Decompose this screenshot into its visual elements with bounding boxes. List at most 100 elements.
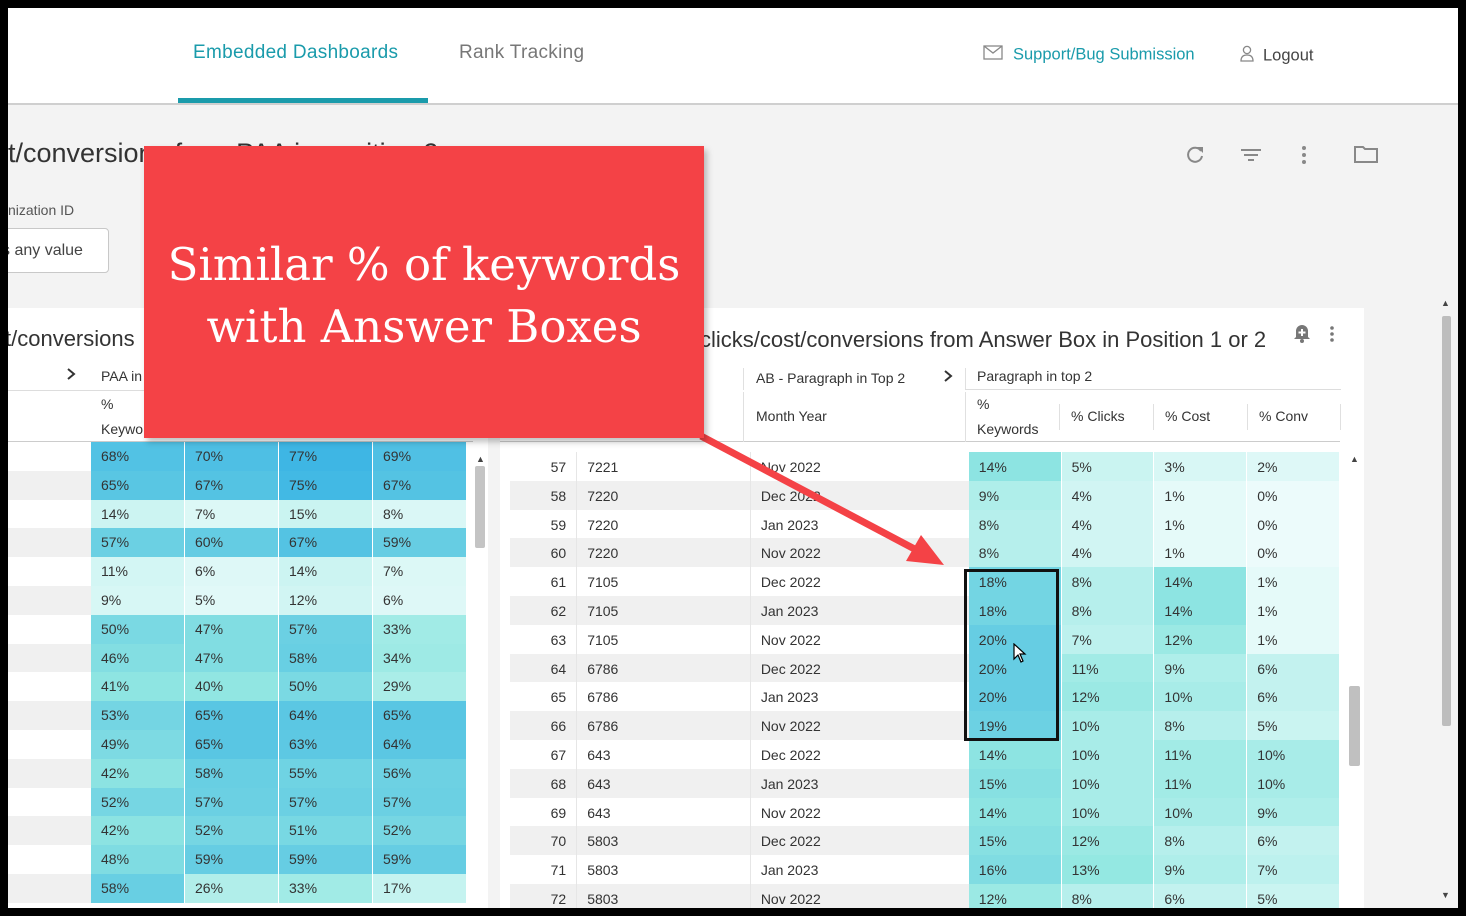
cell-conv[interactable]: 2% [1247,452,1341,481]
cell-n[interactable]: 68 [510,768,578,798]
table-cell[interactable]: 47% [185,614,279,644]
page-scroll-thumb[interactable] [1442,316,1451,726]
cell-conv[interactable]: 10% [1247,739,1341,769]
table-cell[interactable]: 11% [91,557,185,586]
cell-cost[interactable]: 11% [1154,739,1248,769]
table-cell[interactable]: 63% [279,729,373,759]
table-cell[interactable]: 26% [185,873,279,903]
table-cell[interactable]: 59% [279,845,373,874]
table-cell[interactable]: 47% [185,643,279,673]
cell-cost[interactable]: 9% [1154,855,1248,884]
cell-kw[interactable]: 14% [968,452,1062,481]
col-keywords-line2[interactable]: Keywords [977,421,1038,437]
table-cell[interactable]: 58% [279,643,373,673]
folder-icon[interactable] [1354,144,1378,169]
right-scroll-up-icon[interactable]: ▲ [1350,454,1359,464]
tile-more-icon[interactable] [1329,325,1335,348]
cell-month[interactable]: Jan 2023 [751,596,969,625]
cell-conv[interactable]: 10% [1247,768,1341,798]
cell-conv[interactable]: 6% [1247,826,1341,856]
cell-cost[interactable]: 8% [1154,826,1248,856]
cell-kw[interactable]: 15% [968,826,1062,856]
cell-clicks[interactable]: 12% [1061,682,1155,712]
cell-id[interactable]: 5803 [577,855,751,884]
table-cell[interactable]: 55% [279,758,373,788]
table-cell[interactable]: 29% [373,672,467,702]
cell-n[interactable]: 67 [510,739,578,769]
cell-n[interactable]: 62 [510,595,578,625]
cell-clicks[interactable]: 10% [1061,768,1155,798]
table-cell[interactable]: 65% [373,701,467,730]
cell-cost[interactable]: 10% [1154,682,1248,712]
cell-kw[interactable]: 9% [968,480,1062,510]
cell-n[interactable]: 59 [510,509,578,539]
cell-month[interactable]: Jan 2023 [751,769,969,798]
cell-id[interactable]: 5803 [577,883,751,908]
alert-bell-icon[interactable] [1293,323,1311,348]
cell-id[interactable]: 7220 [577,480,751,510]
scroll-up-icon[interactable]: ▲ [1441,298,1450,308]
cell-id[interactable]: 7220 [577,538,751,568]
table-cell[interactable]: 57% [279,614,373,644]
cell-cost[interactable]: 6% [1154,883,1248,908]
cell-conv[interactable]: 5% [1247,711,1341,740]
table-cell[interactable]: 14% [91,499,185,529]
table-cell[interactable]: 50% [91,614,185,644]
table-cell[interactable]: 67% [373,470,467,500]
cell-conv[interactable]: 0% [1247,480,1341,510]
cell-month[interactable]: Jan 2023 [751,855,969,884]
table-cell[interactable]: 64% [279,701,373,730]
cell-id[interactable]: 6786 [577,653,751,683]
refresh-icon[interactable] [1184,144,1206,171]
cell-n[interactable]: 64 [510,653,578,683]
table-cell[interactable]: 48% [91,845,185,874]
right-scroll-thumb[interactable] [1349,686,1360,766]
table-cell[interactable]: 57% [185,787,279,817]
cell-conv[interactable]: 6% [1247,653,1341,683]
cell-kw[interactable]: 8% [968,509,1062,539]
table-cell[interactable]: 42% [91,816,185,846]
cell-id[interactable]: 6786 [577,682,751,712]
cell-n[interactable]: 71 [510,855,578,884]
cell-month[interactable]: Nov 2022 [751,625,969,654]
cell-cost[interactable]: 1% [1154,538,1248,568]
cell-n[interactable]: 63 [510,624,578,654]
table-cell[interactable]: 65% [185,729,279,759]
cell-n[interactable]: 60 [510,538,578,568]
cell-cost[interactable]: 1% [1154,509,1248,539]
scroll-down-icon[interactable]: ▼ [1441,890,1450,900]
cell-cost[interactable]: 8% [1154,711,1248,740]
cell-id[interactable]: 7105 [577,624,751,654]
more-vert-icon[interactable] [1300,144,1308,171]
table-cell[interactable]: 7% [185,499,279,529]
cell-conv[interactable]: 1% [1247,567,1341,596]
table-cell[interactable]: 75% [279,470,373,500]
table-cell[interactable]: 51% [279,816,373,846]
cell-conv[interactable]: 0% [1247,538,1341,568]
table-cell[interactable]: 65% [185,701,279,730]
left-scroll-up-icon[interactable]: ▲ [476,454,485,464]
cell-id[interactable]: 643 [577,797,751,827]
table-cell[interactable]: 58% [185,758,279,788]
table-cell[interactable]: 34% [373,643,467,673]
cell-id[interactable]: 5803 [577,826,751,856]
table-cell[interactable]: 65% [91,470,185,500]
cell-n[interactable]: 69 [510,797,578,827]
cell-month[interactable]: Nov 2022 [751,798,969,827]
table-cell[interactable]: 70% [185,442,279,471]
cell-month[interactable]: Nov 2022 [751,452,969,481]
table-cell[interactable]: 33% [373,614,467,644]
cell-kw[interactable]: 12% [968,883,1062,908]
table-cell[interactable]: 60% [185,528,279,558]
cell-clicks[interactable]: 13% [1061,855,1155,884]
table-cell[interactable]: 12% [279,585,373,615]
cell-month[interactable]: Dec 2022 [751,826,969,855]
cell-month[interactable]: Dec 2022 [751,654,969,683]
pivot-expand-icon[interactable] [943,369,953,386]
table-cell[interactable]: 59% [373,528,467,558]
cell-cost[interactable]: 9% [1154,653,1248,683]
cell-month[interactable]: Nov 2022 [751,711,969,740]
cell-conv[interactable]: 7% [1247,855,1341,884]
table-cell[interactable]: 6% [373,585,467,615]
table-cell[interactable]: 52% [373,816,467,846]
